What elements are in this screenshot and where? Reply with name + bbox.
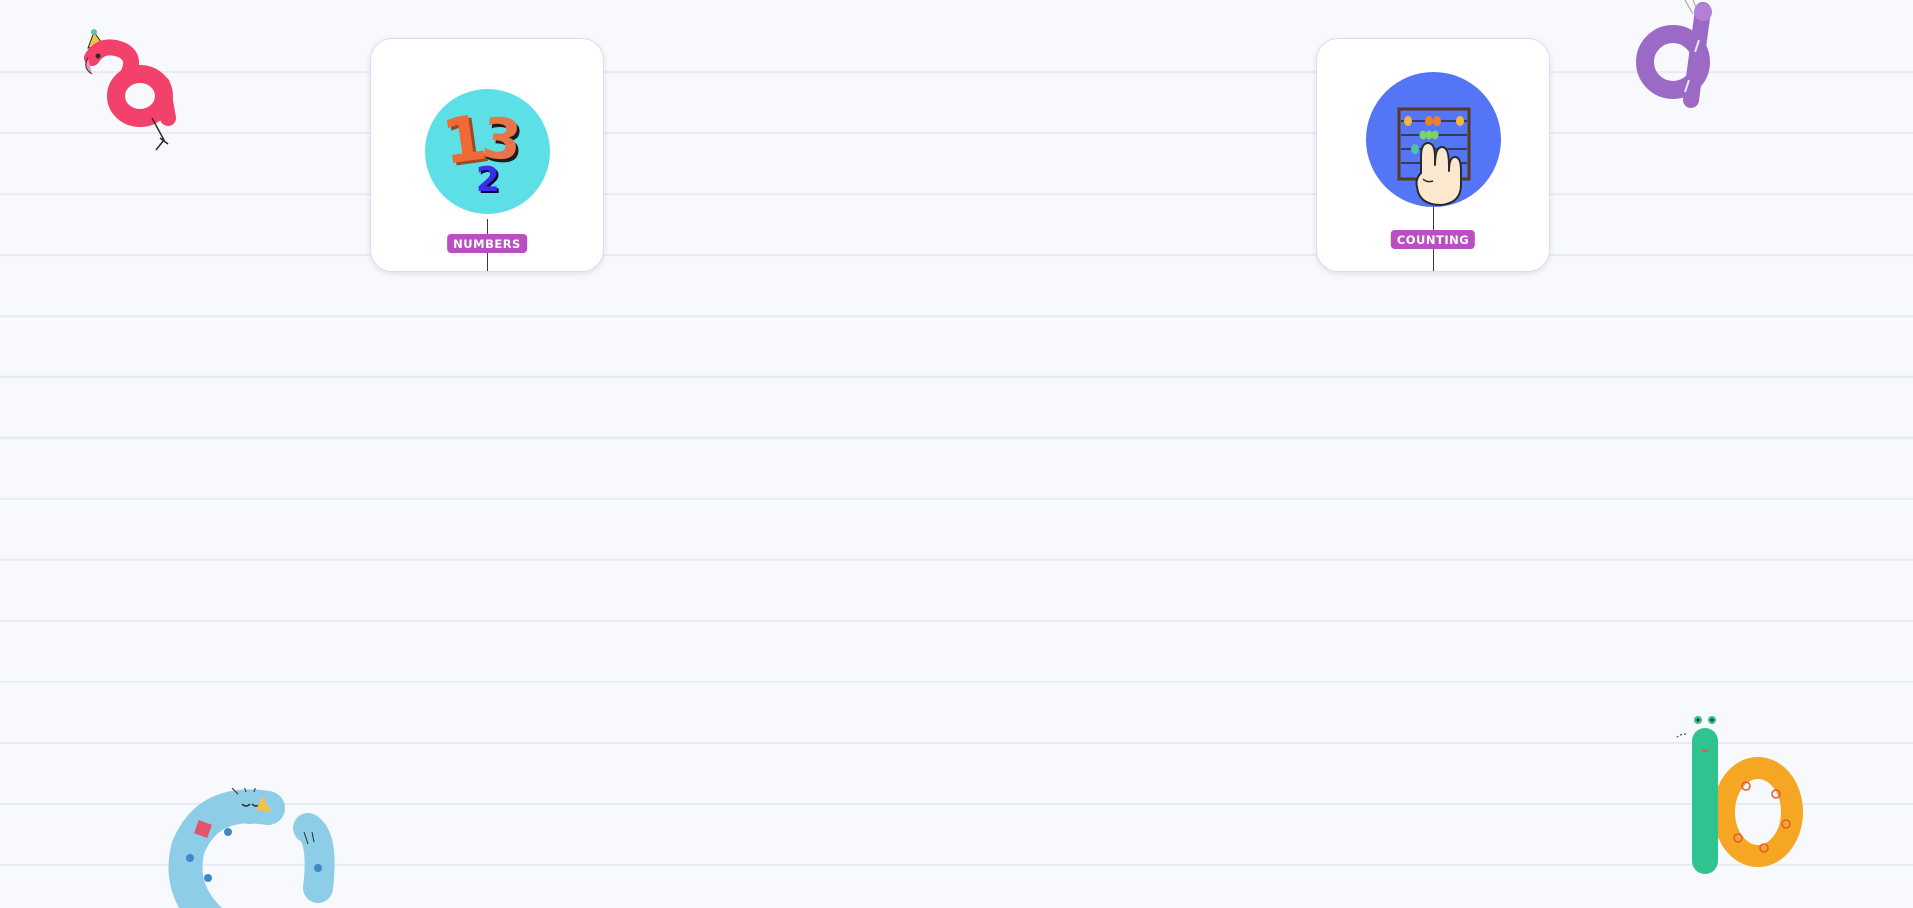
numbers-card[interactable]: 1 1 3 3 2 2 NUMBERS [370,38,604,272]
purple-letter-d-icon [1636,0,1712,108]
svg-text:2: 2 [476,160,500,200]
cat-letter-c-icon [168,788,335,908]
numbers-label[interactable]: NUMBERS [447,234,527,253]
counting-card[interactable]: COUNTING [1316,38,1550,272]
flamingo-letter-a-icon [84,29,176,151]
counting-label[interactable]: COUNTING [1390,230,1476,249]
snake-letter-b-icon [1676,716,1803,874]
